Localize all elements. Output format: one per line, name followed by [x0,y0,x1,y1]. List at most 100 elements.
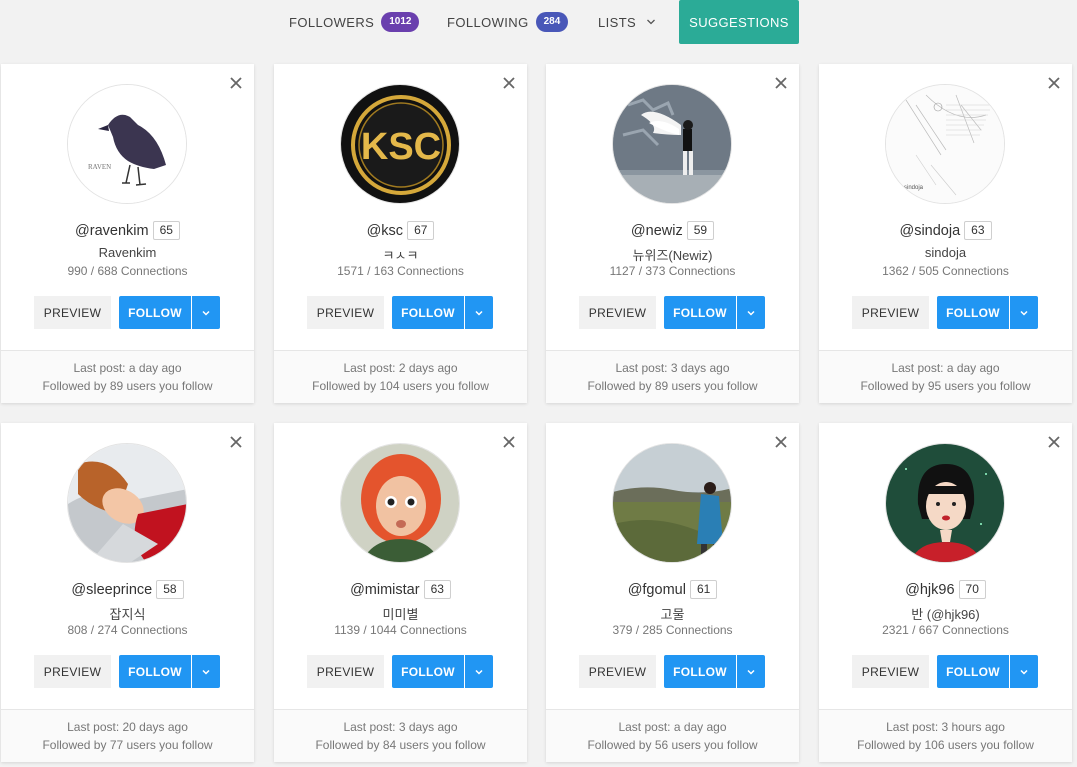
ksc-gold-logo-image: KSC [341,85,459,203]
close-icon[interactable] [502,435,516,449]
close-icon[interactable] [502,76,516,90]
user-handle[interactable]: @newiz [631,223,683,239]
close-icon[interactable] [1047,435,1061,449]
chevron-down-icon [202,310,210,316]
last-post: Last post: a day ago [73,361,182,375]
handle-row: @sleeprince 58 [1,580,254,599]
handle-row: @ksc 67 [274,221,527,240]
last-post: Last post: a day ago [618,720,727,734]
avatar[interactable]: RAVEN [67,84,187,204]
follow-dropdown-button[interactable] [192,655,220,688]
reputation-score: 61 [689,580,718,599]
follow-dropdown-button[interactable] [465,296,493,329]
sleeping-prince-cartoon-image [68,444,186,562]
preview-button[interactable]: PREVIEW [852,296,929,329]
tab-following[interactable]: FOLLOWING 284 [447,0,569,44]
follow-dropdown-button[interactable] [192,296,220,329]
follow-button[interactable]: FOLLOW [937,655,1009,688]
followed-by: Followed by 104 users you follow [312,379,489,393]
display-name: 뉴위즈(Newiz) [632,248,713,263]
chevron-down-icon [747,669,755,675]
follow-button[interactable]: FOLLOW [119,296,191,329]
tab-lists[interactable]: LISTS [598,0,656,44]
card-footer [819,710,1072,762]
display-name: 잡지식 [109,607,146,622]
close-icon[interactable] [774,435,788,449]
tab-suggestions[interactable]: SUGGESTIONS [679,0,799,44]
follow-button[interactable]: FOLLOW [664,296,736,329]
follow-dropdown-button[interactable] [1010,655,1038,688]
follow-dropdown-button[interactable] [1010,296,1038,329]
avatar[interactable] [340,443,460,563]
follow-dropdown-button[interactable] [465,655,493,688]
follow-dropdown-button[interactable] [737,296,765,329]
top-nav: FOLLOWERS 1012 FOLLOWING 284 LISTS SUGGE… [0,0,1077,44]
card-footer [819,351,1072,403]
follow-button[interactable]: FOLLOW [392,296,464,329]
preview-button[interactable]: PREVIEW [307,655,384,688]
followed-by: Followed by 89 users you follow [587,379,758,393]
suggestion-card: @sleeprince 58 잡지식 808 / 274 Connections… [1,423,254,762]
avatar[interactable] [885,443,1005,563]
follow-dropdown-button[interactable] [737,655,765,688]
chevron-down-icon [475,310,483,316]
card-footer [1,710,254,762]
last-post: Last post: 2 days ago [343,361,458,375]
suggestion-card: RAVEN @ravenkim 65 Ravenkim 990 / 688 Co… [1,64,254,403]
last-post: Last post: 3 hours ago [886,720,1005,734]
preview-button[interactable]: PREVIEW [34,655,111,688]
avatar[interactable]: KSC [340,84,460,204]
close-icon[interactable] [229,76,243,90]
avatar[interactable] [67,443,187,563]
user-handle[interactable]: @hjk96 [905,582,954,598]
angel-wings-photo-image [613,85,731,203]
last-post: Last post: 3 days ago [343,720,458,734]
handle-row: @newiz 59 [546,221,799,240]
chevron-down-icon [1020,669,1028,675]
handle-row: @hjk96 70 [819,580,1072,599]
avatar[interactable]: sindoja [885,84,1005,204]
chevron-down-icon [1020,310,1028,316]
followers-count-badge: 1012 [381,12,420,32]
tab-followers-label: FOLLOWERS [289,14,375,30]
preview-button[interactable]: PREVIEW [34,296,111,329]
preview-button[interactable]: PREVIEW [579,296,656,329]
last-post: Last post: 20 days ago [67,720,188,734]
tab-suggestions-label: SUGGESTIONS [689,14,789,30]
user-handle[interactable]: @mimistar [350,582,420,598]
user-handle[interactable]: @sindoja [899,223,960,239]
follow-button[interactable]: FOLLOW [392,655,464,688]
preview-button[interactable]: PREVIEW [852,655,929,688]
avatar[interactable] [612,443,732,563]
follow-button[interactable]: FOLLOW [937,296,1009,329]
display-name: Ravenkim [98,245,157,260]
avatar[interactable] [612,84,732,204]
suggestion-card: @fgomul 61 고물 379 / 285 Connections PREV… [546,423,799,762]
close-icon[interactable] [229,435,243,449]
user-handle[interactable]: @fgomul [628,582,686,598]
user-handle[interactable]: @sleeprince [71,582,152,598]
chevron-down-icon [475,669,483,675]
card-footer [274,351,527,403]
connections-count: 2321 / 667 Connections [882,623,1009,637]
user-handle[interactable]: @ksc [367,223,403,239]
followed-by: Followed by 84 users you follow [315,738,486,752]
following-count-badge: 284 [535,12,569,32]
close-icon[interactable] [774,76,788,90]
display-name: ㅋㅅㅋ [382,248,419,263]
user-handle[interactable]: @ravenkim [75,223,149,239]
preview-button[interactable]: PREVIEW [307,296,384,329]
crow-drawing-image: RAVEN [68,85,186,203]
follow-button[interactable]: FOLLOW [119,655,191,688]
chevron-down-icon [747,310,755,316]
suggestion-card: @newiz 59 뉴위즈(Newiz) 1127 / 373 Connecti… [546,64,799,403]
hiker-landscape-photo-image [613,444,731,562]
svg-text:KSC: KSC [361,126,441,168]
preview-button[interactable]: PREVIEW [579,655,656,688]
follow-button[interactable]: FOLLOW [664,655,736,688]
tab-followers[interactable]: FOLLOWERS 1012 [289,0,420,44]
handle-row: @fgomul 61 [546,580,799,599]
reputation-score: 65 [152,221,180,240]
close-icon[interactable] [1047,76,1061,90]
connections-count: 1571 / 163 Connections [337,264,464,278]
